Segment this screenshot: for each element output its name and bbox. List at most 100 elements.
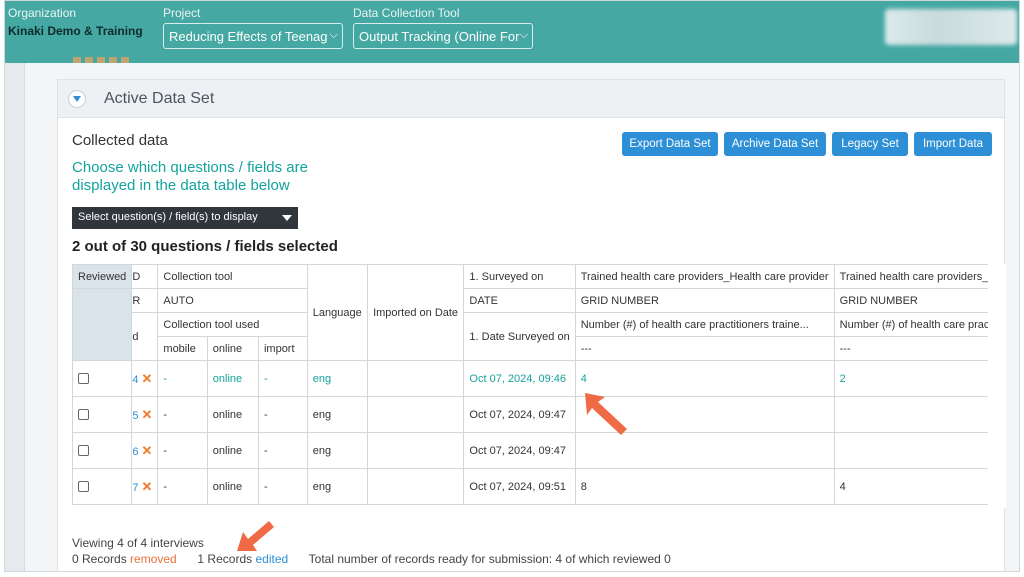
- delete-icon[interactable]: ✕: [142, 443, 153, 458]
- viewing-count: Viewing 4 of 4 interviews: [72, 536, 204, 550]
- export-data-set-button[interactable]: Export Data Set: [622, 132, 718, 156]
- online-cell: online: [206, 396, 259, 433]
- selected-fields-count: 2 out of 30 questions / fields selected: [72, 238, 338, 255]
- surveyed-cell: Oct 07, 2024, 09:46: [463, 360, 576, 397]
- annotation-arrow-icon: [585, 393, 627, 435]
- d-header: d: [131, 312, 159, 361]
- removed-link[interactable]: removed: [130, 552, 177, 566]
- app-window: Organization Kinaki Demo & Training Proj…: [4, 0, 1020, 572]
- record-id-link[interactable]: 6: [133, 446, 139, 458]
- delete-icon[interactable]: ✕: [142, 371, 153, 386]
- collected-data-heading: Collected data: [72, 132, 168, 149]
- q2-desc-header: Number (#) of health care prac: [833, 312, 1005, 337]
- table-row[interactable]: 7 ✕ - online - eng Oct 07, 2024, 09:51 8…: [71, 468, 1005, 505]
- field-select-dropdown[interactable]: Select question(s) / field(s) to display: [72, 207, 298, 229]
- annotation-arrow-icon: [237, 521, 274, 551]
- total-ready-text: Total number of records ready for submis…: [308, 552, 671, 566]
- chevron-down-icon: ⌵: [329, 29, 338, 41]
- mobile-cell: -: [157, 396, 208, 433]
- q2-cell[interactable]: 2: [833, 360, 1005, 397]
- top-bar: Organization Kinaki Demo & Training Proj…: [5, 1, 1019, 63]
- id-header: D: [131, 264, 159, 289]
- surveyed-cell: Oct 07, 2024, 09:47: [463, 432, 576, 469]
- record-id-link[interactable]: 4: [133, 374, 139, 386]
- panel-title: Active Data Set: [104, 90, 215, 107]
- field-select-label: Select question(s) / field(s) to display: [78, 211, 258, 223]
- online-cell: online: [206, 360, 259, 397]
- q2-cell[interactable]: [833, 396, 1005, 433]
- legacy-set-button[interactable]: Legacy Set: [832, 132, 908, 156]
- table-row[interactable]: 5 ✕ - online - eng Oct 07, 2024, 09:47: [71, 396, 1005, 433]
- import-header: import: [257, 336, 308, 361]
- reviewed-cell: [71, 432, 133, 469]
- imported-cell: [366, 432, 465, 469]
- imported-cell: [366, 360, 465, 397]
- table-row[interactable]: 4 ✕ - online - eng Oct 07, 2024, 09:46 4…: [71, 360, 1005, 397]
- project-label: Project: [163, 6, 201, 20]
- imported-on-header: Imported on Date: [366, 264, 465, 361]
- data-table: Reviewed D Collection tool Language Impo…: [71, 264, 1005, 505]
- q1-dash-header: ---: [574, 336, 835, 361]
- removed-prefix: 0 Records: [72, 552, 127, 566]
- r-header: R: [131, 288, 159, 313]
- caret-down-icon: [282, 215, 292, 221]
- tool-label: Data Collection Tool: [353, 6, 460, 20]
- surveyed-on-header: 1. Surveyed on: [463, 264, 576, 289]
- online-header: online: [206, 336, 259, 361]
- project-select[interactable]: Reducing Effects of Teenag ⌵: [163, 23, 343, 49]
- reviewed-checkbox[interactable]: [78, 373, 89, 385]
- table-row[interactable]: 6 ✕ - online - eng Oct 07, 2024, 09:47: [71, 432, 1005, 469]
- q2-cell[interactable]: 4: [833, 468, 1005, 505]
- reviewed-checkbox[interactable]: [78, 409, 89, 421]
- id-cell: 6 ✕: [131, 432, 159, 469]
- records-summary: 0 Records removed 1 Records edited Total…: [72, 552, 671, 566]
- mobile-header: mobile: [157, 336, 208, 361]
- id-cell: 7 ✕: [131, 468, 159, 505]
- language-cell: eng: [306, 432, 368, 469]
- language-cell: eng: [306, 360, 368, 397]
- imported-cell: [366, 396, 465, 433]
- delete-icon[interactable]: ✕: [142, 407, 153, 422]
- date-surveyed-on-header: 1. Date Surveyed on: [463, 312, 576, 361]
- q2-cell[interactable]: [833, 432, 1005, 469]
- record-id-link[interactable]: 5: [133, 410, 139, 422]
- archive-data-set-button[interactable]: Archive Data Set: [724, 132, 826, 156]
- id-cell: 5 ✕: [131, 396, 159, 433]
- mobile-cell: -: [157, 360, 208, 397]
- reviewed-checkbox[interactable]: [78, 481, 89, 493]
- q1-title-header: Trained health care providers_Health car…: [574, 264, 835, 289]
- record-id-link[interactable]: 7: [133, 482, 139, 494]
- reviewed-cell: [71, 360, 133, 397]
- collapse-toggle-icon[interactable]: [68, 90, 86, 108]
- online-cell: online: [206, 468, 259, 505]
- language-cell: eng: [306, 396, 368, 433]
- online-cell: online: [206, 432, 259, 469]
- import-cell: -: [257, 360, 308, 397]
- left-sidebar-strip: [5, 63, 25, 571]
- tool-select-value: Output Tracking (Online For: [359, 29, 520, 44]
- q1-cell[interactable]: 8: [574, 468, 835, 505]
- q2-dash-header: ---: [833, 336, 1005, 361]
- reviewed-cell: [71, 396, 133, 433]
- q2-title-header: Trained health care providers_H: [833, 264, 1005, 289]
- collection-tool-used-header: Collection tool used: [157, 312, 308, 337]
- panel-header[interactable]: Active Data Set: [58, 80, 1004, 118]
- mobile-cell: -: [157, 432, 208, 469]
- reviewed-cell: [71, 468, 133, 505]
- import-data-button[interactable]: Import Data: [914, 132, 992, 156]
- active-data-set-panel: Active Data Set Collected data Choose wh…: [57, 79, 1006, 571]
- collection-tool-header: Collection tool: [157, 264, 308, 289]
- imported-cell: [366, 468, 465, 505]
- tool-select[interactable]: Output Tracking (Online For ⌵: [353, 23, 533, 49]
- mobile-cell: -: [157, 468, 208, 505]
- import-cell: -: [257, 468, 308, 505]
- q2-type-header: GRID NUMBER: [833, 288, 1005, 313]
- action-buttons: Export Data Set Archive Data Set Legacy …: [622, 132, 992, 156]
- delete-icon[interactable]: ✕: [142, 479, 153, 494]
- id-cell: 4 ✕: [131, 360, 159, 397]
- import-cell: -: [257, 396, 308, 433]
- reviewed-header: Reviewed: [71, 264, 133, 289]
- org-name: Kinaki Demo & Training: [8, 24, 143, 38]
- chevron-down-icon: ⌵: [519, 29, 528, 41]
- reviewed-checkbox[interactable]: [78, 445, 89, 457]
